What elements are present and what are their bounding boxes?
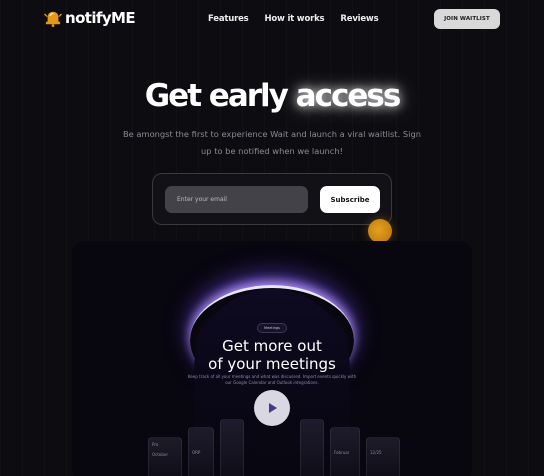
play-button[interactable]	[254, 390, 290, 426]
nav-link-features[interactable]: Features	[208, 14, 249, 24]
bell-icon	[44, 11, 62, 27]
nav-links: Features How it works Reviews	[208, 14, 379, 24]
panel: 12/25	[366, 437, 400, 476]
logo-text: notifyME	[65, 9, 136, 27]
panel-label: Februar	[334, 450, 350, 455]
meetings-badge: Meetings	[257, 323, 287, 333]
panel-label: ORP	[192, 450, 201, 455]
hero-title-part2: access	[295, 78, 402, 114]
panel-label: October	[152, 452, 169, 457]
preview-title: Get more out of your meetings	[172, 337, 372, 373]
top-navbar: notifyME Features How it works Reviews J…	[0, 0, 544, 38]
hero-subtitle: Be amongst the first to experience Wait …	[122, 129, 422, 156]
join-waitlist-button[interactable]: JOIN WAITLIST	[434, 9, 500, 29]
decorative-orange-dot	[368, 219, 392, 243]
logo[interactable]: notifyME	[44, 9, 136, 27]
panel: Pro October	[148, 437, 182, 476]
hero-title-part1: Get early	[144, 78, 289, 114]
preview-title-line2: of your meetings	[208, 355, 336, 373]
signup-form: Subscribe	[152, 173, 392, 225]
panel-label: Pro	[152, 442, 159, 447]
nav-link-reviews[interactable]: Reviews	[340, 14, 378, 24]
subscribe-button[interactable]: Subscribe	[320, 186, 380, 213]
hero-title: Get early access	[0, 78, 544, 114]
panel	[220, 419, 244, 476]
panel: Februar	[330, 427, 360, 476]
preview-description: Keep track of all your meetings and what…	[187, 374, 357, 385]
panel: ORP	[188, 427, 214, 476]
nav-link-how-it-works[interactable]: How it works	[265, 14, 325, 24]
panel-label: 12/25	[370, 450, 382, 455]
product-preview: Meetings Get more out of your meetings K…	[72, 241, 472, 476]
panel	[300, 419, 324, 476]
email-input[interactable]	[165, 186, 308, 213]
preview-title-line1: Get more out	[222, 337, 322, 355]
play-icon	[269, 403, 277, 413]
